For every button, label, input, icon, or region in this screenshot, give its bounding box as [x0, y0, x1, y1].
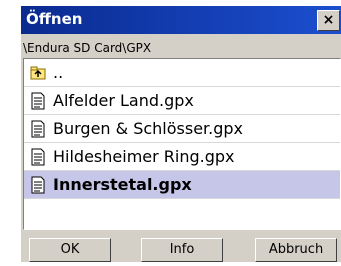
list-item-selected[interactable]: Innerstetal.gpx	[24, 171, 340, 199]
list-item-label: Hildesheimer Ring.gpx	[53, 147, 235, 166]
list-item-label: Innerstetal.gpx	[53, 175, 192, 194]
ok-button[interactable]: OK	[29, 238, 111, 262]
close-button[interactable]: ×	[317, 10, 340, 31]
list-item-label: ..	[53, 63, 64, 82]
folder-up-icon	[30, 66, 46, 80]
list-item-label: Alfelder Land.gpx	[53, 91, 194, 110]
cancel-button[interactable]: Abbruch	[255, 238, 337, 262]
current-path: \Endura SD Card\GPX	[23, 41, 152, 55]
list-item-parent-folder[interactable]: ..	[24, 59, 340, 87]
file-icon	[31, 176, 45, 194]
list-item[interactable]: Hildesheimer Ring.gpx	[24, 143, 340, 171]
dialog-title: Öffnen	[26, 10, 83, 28]
open-dialog: Öffnen × \Endura SD Card\GPX .. Alfelder…	[20, 5, 341, 262]
list-item[interactable]: Alfelder Land.gpx	[24, 87, 340, 115]
file-icon	[31, 148, 45, 166]
list-item[interactable]: Burgen & Schlösser.gpx	[24, 115, 340, 143]
file-list[interactable]: .. Alfelder Land.gpx Burgen & Schlösser.…	[23, 58, 341, 230]
info-button[interactable]: Info	[141, 238, 223, 262]
close-icon: ×	[322, 12, 335, 28]
list-item-label: Burgen & Schlösser.gpx	[53, 119, 244, 138]
title-bar: Öffnen ×	[21, 6, 341, 34]
file-icon	[31, 92, 45, 110]
file-icon	[31, 120, 45, 138]
